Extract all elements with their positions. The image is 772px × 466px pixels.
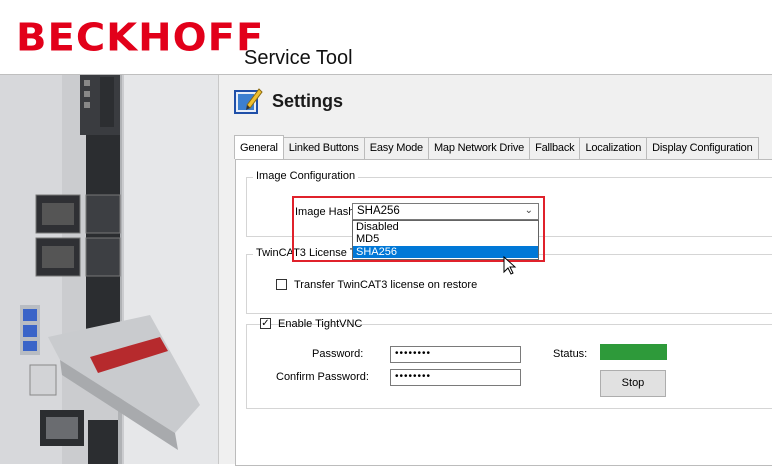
tab-easy-mode[interactable]: Easy Mode bbox=[363, 137, 429, 159]
enable-tightvnc-label: Enable TightVNC bbox=[278, 318, 363, 330]
stop-button[interactable]: Stop bbox=[600, 370, 666, 397]
status-label: Status: bbox=[553, 348, 588, 360]
confirm-password-field[interactable]: •••••••• bbox=[390, 369, 521, 386]
enable-tightvnc-checkbox[interactable]: ✓ bbox=[260, 318, 271, 329]
image-configuration-label: Image Configuration bbox=[253, 170, 359, 182]
tab-map-network-drive[interactable]: Map Network Drive bbox=[427, 137, 531, 159]
tightvnc-group bbox=[246, 324, 772, 409]
page-title: Settings bbox=[272, 91, 344, 111]
tab-display-configuration[interactable]: Display Configuration bbox=[646, 137, 759, 159]
confirm-password-label: Confirm Password: bbox=[276, 371, 369, 383]
transfer-license-label: Transfer TwinCAT3 license on restore bbox=[294, 279, 478, 291]
transfer-license-checkbox[interactable] bbox=[276, 279, 287, 290]
tab-fallback[interactable]: Fallback bbox=[529, 137, 581, 159]
tab-localization[interactable]: Localization bbox=[579, 137, 648, 159]
password-label: Password: bbox=[312, 348, 364, 360]
beckhoff-logo: BECKHOFF bbox=[16, 16, 265, 60]
app-header: BECKHOFF Service Tool bbox=[0, 0, 772, 74]
device-photo bbox=[0, 75, 218, 464]
password-field[interactable]: •••••••• bbox=[390, 346, 521, 363]
settings-content: Settings General Linked Buttons Easy Mod… bbox=[219, 75, 772, 466]
status-indicator bbox=[600, 344, 667, 360]
tab-general[interactable]: General bbox=[234, 135, 284, 159]
industrial-pc-illustration bbox=[0, 75, 218, 464]
highlight-box bbox=[292, 196, 545, 262]
tab-bar: General Linked Buttons Easy Mode Map Net… bbox=[234, 135, 759, 159]
mouse-cursor-icon bbox=[503, 256, 517, 275]
tab-linked-buttons[interactable]: Linked Buttons bbox=[282, 137, 365, 159]
settings-icon bbox=[234, 88, 263, 114]
app-title: Service Tool bbox=[244, 47, 353, 69]
